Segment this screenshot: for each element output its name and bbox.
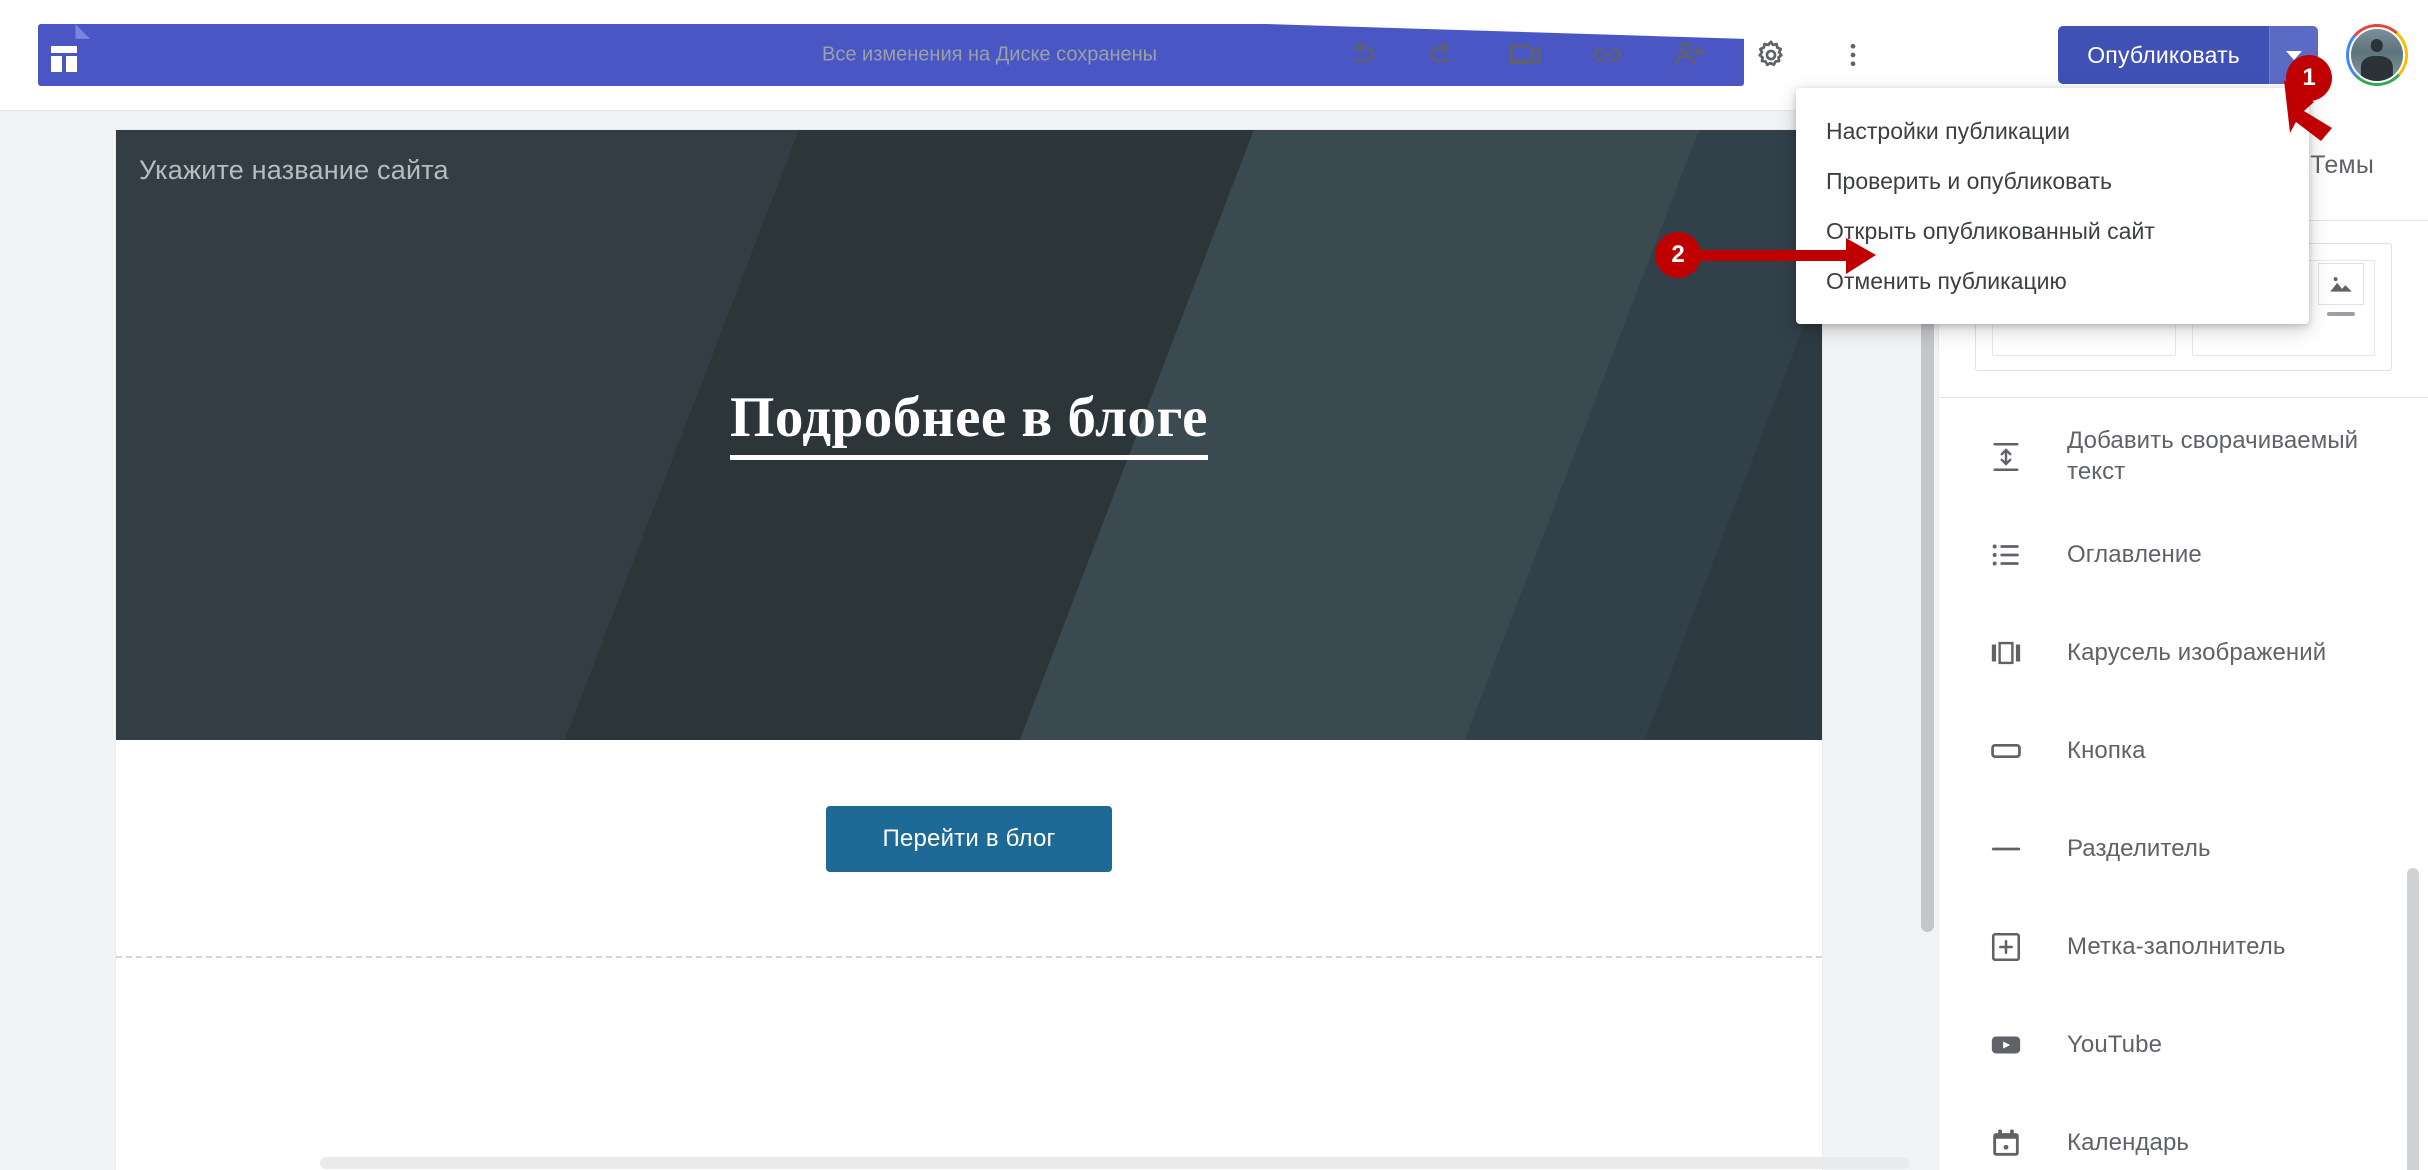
preview-devices-icon[interactable] <box>1493 23 1557 87</box>
logo-grid-glyph <box>51 46 77 72</box>
page-section-2 <box>116 1000 1822 1170</box>
publish-button[interactable]: Опубликовать <box>2058 26 2269 84</box>
youtube-icon <box>1983 1028 2029 1062</box>
insert-item-placeholder[interactable]: Метка-заполнитель <box>1939 898 2428 996</box>
table-of-contents-icon <box>1983 538 2029 572</box>
undo-icon[interactable] <box>1329 23 1393 87</box>
insert-item-label: Разделитель <box>2067 834 2211 862</box>
canvas-horizontal-scrollbar[interactable] <box>0 1156 1938 1170</box>
insert-item-label: Календарь <box>2067 1128 2190 1156</box>
menu-item-open-published-site[interactable]: Открыть опубликованный сайт <box>1796 206 2309 256</box>
add-person-icon[interactable] <box>1657 23 1721 87</box>
menu-item-publish-settings[interactable]: Настройки публикации <box>1796 106 2309 156</box>
google-sites-icon[interactable] <box>38 24 1744 86</box>
insert-item-table-of-contents[interactable]: Оглавление <box>1939 506 2428 604</box>
menu-item-review-and-publish[interactable]: Проверить и опубликовать <box>1796 156 2309 206</box>
annotation-marker-2: 2 <box>1655 232 1701 278</box>
button-icon <box>1983 734 2029 768</box>
insert-item-collapsible-text[interactable]: Добавить сворачиваемый текст <box>1939 408 2428 506</box>
image-carousel-icon <box>1983 636 2029 670</box>
placeholder-icon <box>1983 930 2029 964</box>
google-sites-editor: Ак 1 Все изменения на Диске сохранены <box>0 0 2428 1170</box>
divider-icon <box>1983 832 2029 866</box>
site-banner[interactable]: Укажите название сайта Подробнее в блоге <box>116 130 1822 740</box>
site-canvas: Укажите название сайта Подробнее в блоге… <box>0 110 1938 1170</box>
insert-item-label: Кнопка <box>2067 736 2146 764</box>
site-name-placeholder[interactable]: Укажите название сайта <box>139 155 449 186</box>
canvas-horizontal-scroll-thumb[interactable] <box>320 1157 1910 1169</box>
more-vert-icon[interactable] <box>1821 23 1885 87</box>
collapsible-text-icon <box>1983 440 2029 474</box>
insert-item-button[interactable]: Кнопка <box>1939 702 2428 800</box>
site-page: Укажите название сайта Подробнее в блоге… <box>116 130 1822 1170</box>
insert-item-youtube[interactable]: YouTube <box>1939 996 2428 1094</box>
calendar-icon <box>1983 1126 2029 1160</box>
insert-item-label: Метка-заполнитель <box>2067 932 2286 960</box>
menu-item-unpublish[interactable]: Отменить публикацию <box>1796 256 2309 306</box>
banner-heading-text: Подробнее в блоге <box>730 386 1208 460</box>
insert-item-label: YouTube <box>2067 1030 2163 1058</box>
insert-item-divider[interactable]: Разделитель <box>1939 800 2428 898</box>
publish-button-group: Опубликовать <box>2058 26 2318 84</box>
insert-item-image-carousel[interactable]: Карусель изображений <box>1939 604 2428 702</box>
image-icon <box>2318 263 2364 305</box>
layout-image-thumb <box>2318 263 2364 316</box>
insert-item-label: Добавить сворачиваемый текст <box>2067 427 2359 485</box>
avatar[interactable] <box>2346 24 2408 86</box>
insert-items-list: Добавить сворачиваемый текст Оглавление <box>1939 398 2428 1170</box>
link-icon[interactable] <box>1575 23 1639 87</box>
publish-dropdown-menu: Настройки публикации Проверить и опублик… <box>1796 88 2309 324</box>
tab-themes[interactable]: Темы <box>2310 151 2374 180</box>
insert-item-label: Карусель изображений <box>2067 638 2327 666</box>
canvas-top-divider <box>0 110 1938 111</box>
section-divider <box>116 956 1822 958</box>
banner-heading[interactable]: Подробнее в блоге <box>116 385 1822 460</box>
redo-icon[interactable] <box>1411 23 1475 87</box>
save-status-text: Все изменения на Диске сохранены <box>822 43 1158 66</box>
insert-item-label: Оглавление <box>2067 540 2202 568</box>
insert-item-calendar[interactable]: Календарь <box>1939 1094 2428 1170</box>
page-section-1: Перейти в блог <box>116 740 1822 1000</box>
annotation-marker-1: 1 <box>2286 55 2332 101</box>
gear-icon[interactable] <box>1739 23 1803 87</box>
sidebar-scroll-thumb[interactable] <box>2407 868 2419 1170</box>
go-to-blog-button[interactable]: Перейти в блог <box>826 806 1112 872</box>
